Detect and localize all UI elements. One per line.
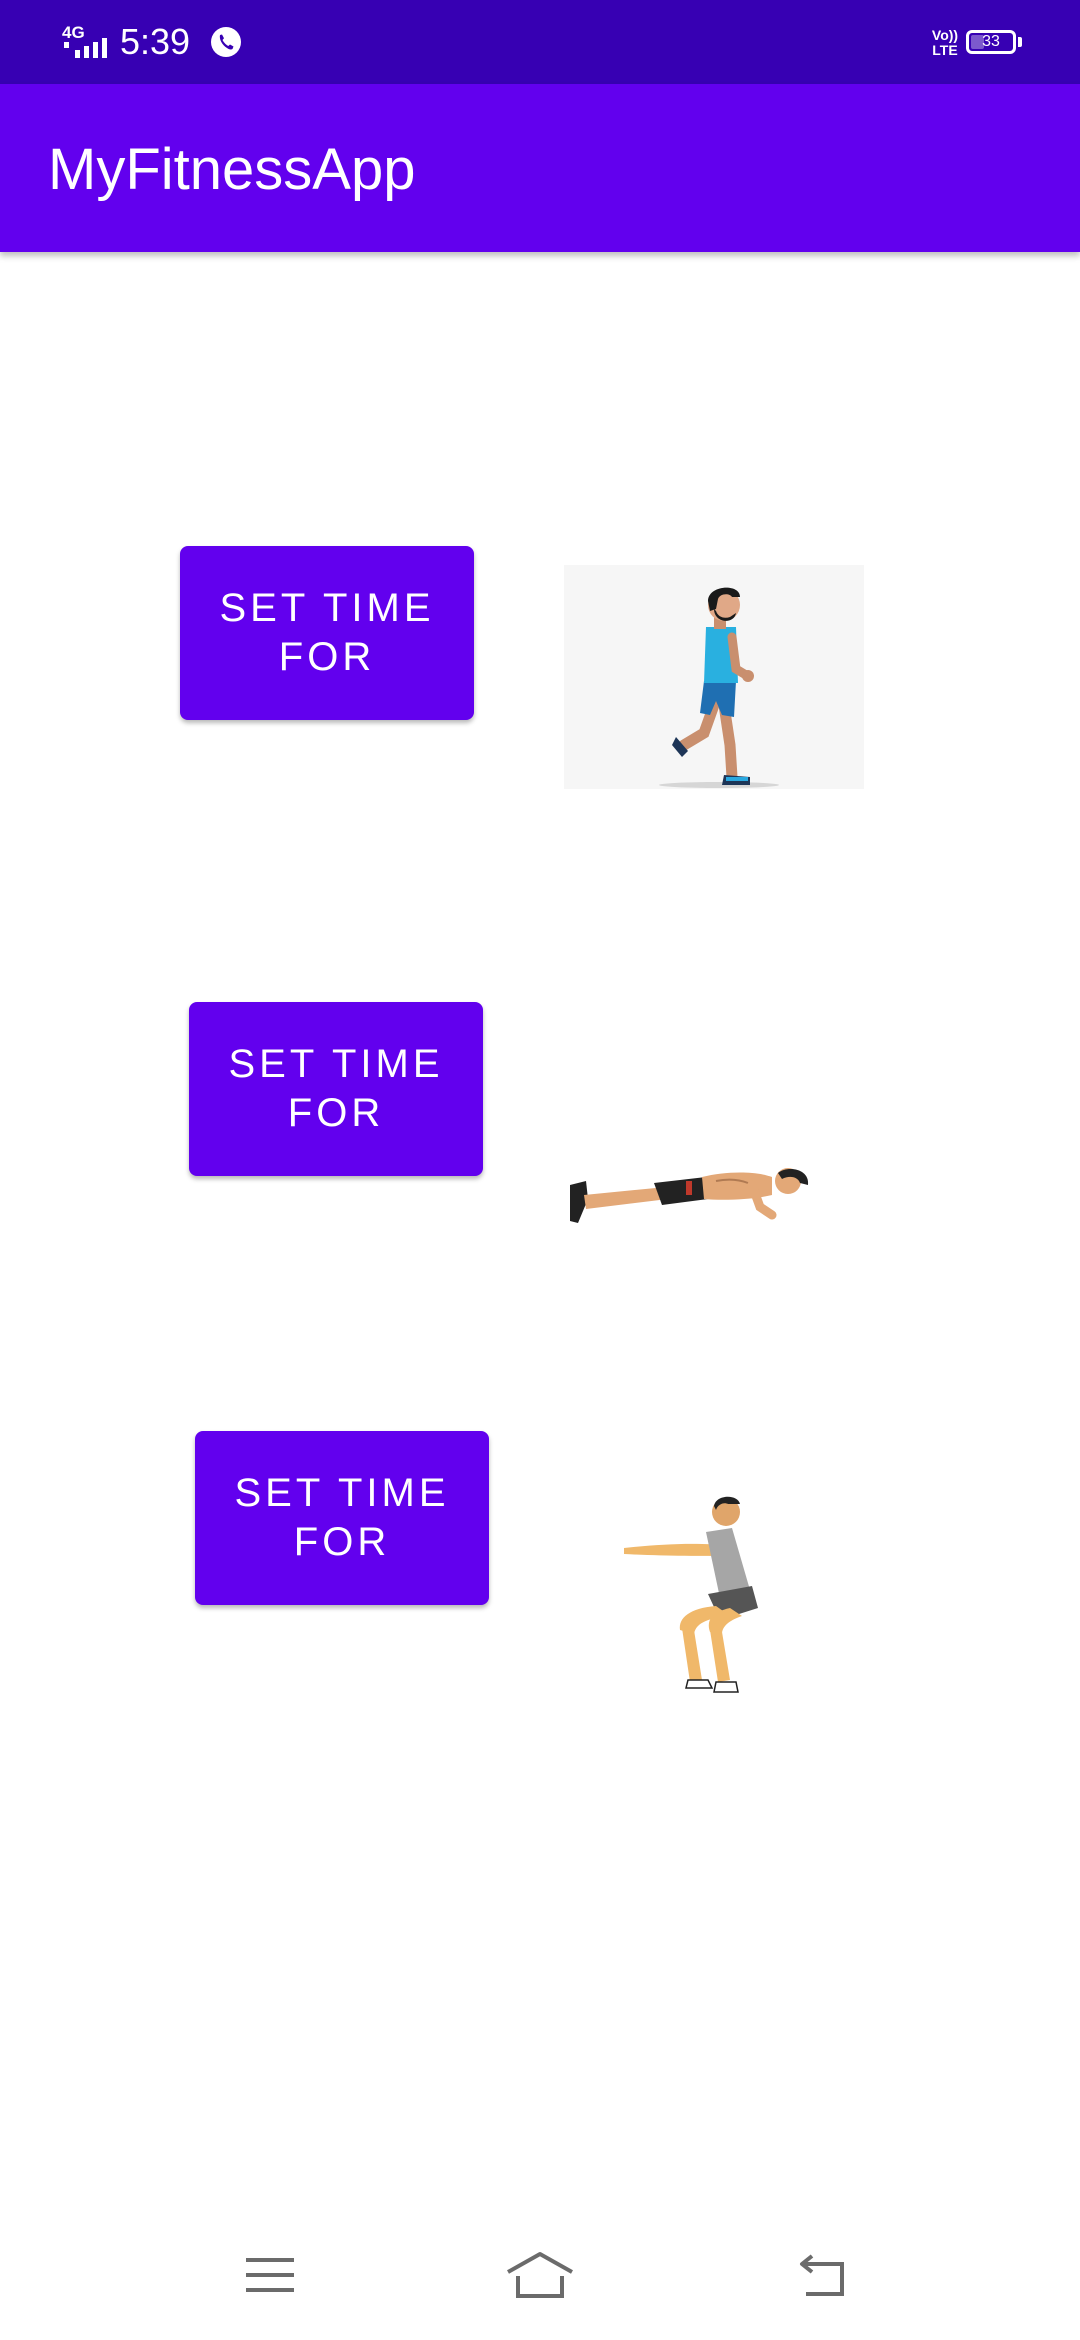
app-title: MyFitnessApp <box>48 137 416 202</box>
menu-icon[interactable] <box>244 2254 296 2296</box>
battery-tip <box>1018 37 1022 47</box>
app-bar: MyFitnessApp <box>0 84 1080 252</box>
running-man-icon <box>564 565 864 789</box>
navigation-bar <box>0 2220 1080 2340</box>
signal-icon: 4G <box>62 24 112 60</box>
phone-call-icon <box>210 26 242 58</box>
squat-man-icon <box>620 1494 780 1700</box>
home-icon[interactable] <box>504 2250 576 2302</box>
battery-icon: 33 <box>966 30 1016 54</box>
status-bar: 4G 5:39 Vo)) LTE 33 <box>0 0 1080 84</box>
set-time-button-3[interactable]: SET TIME FOR <box>195 1431 489 1605</box>
set-time-button-2[interactable]: SET TIME FOR <box>189 1002 483 1176</box>
set-time-button-1[interactable]: SET TIME FOR <box>180 546 474 720</box>
pushup-man-icon <box>566 1165 816 1225</box>
volte-icon: Vo)) LTE <box>931 27 959 58</box>
back-icon[interactable] <box>796 2252 848 2300</box>
battery-level-text: 33 <box>982 33 1000 50</box>
clock-time: 5:39 <box>120 21 191 62</box>
